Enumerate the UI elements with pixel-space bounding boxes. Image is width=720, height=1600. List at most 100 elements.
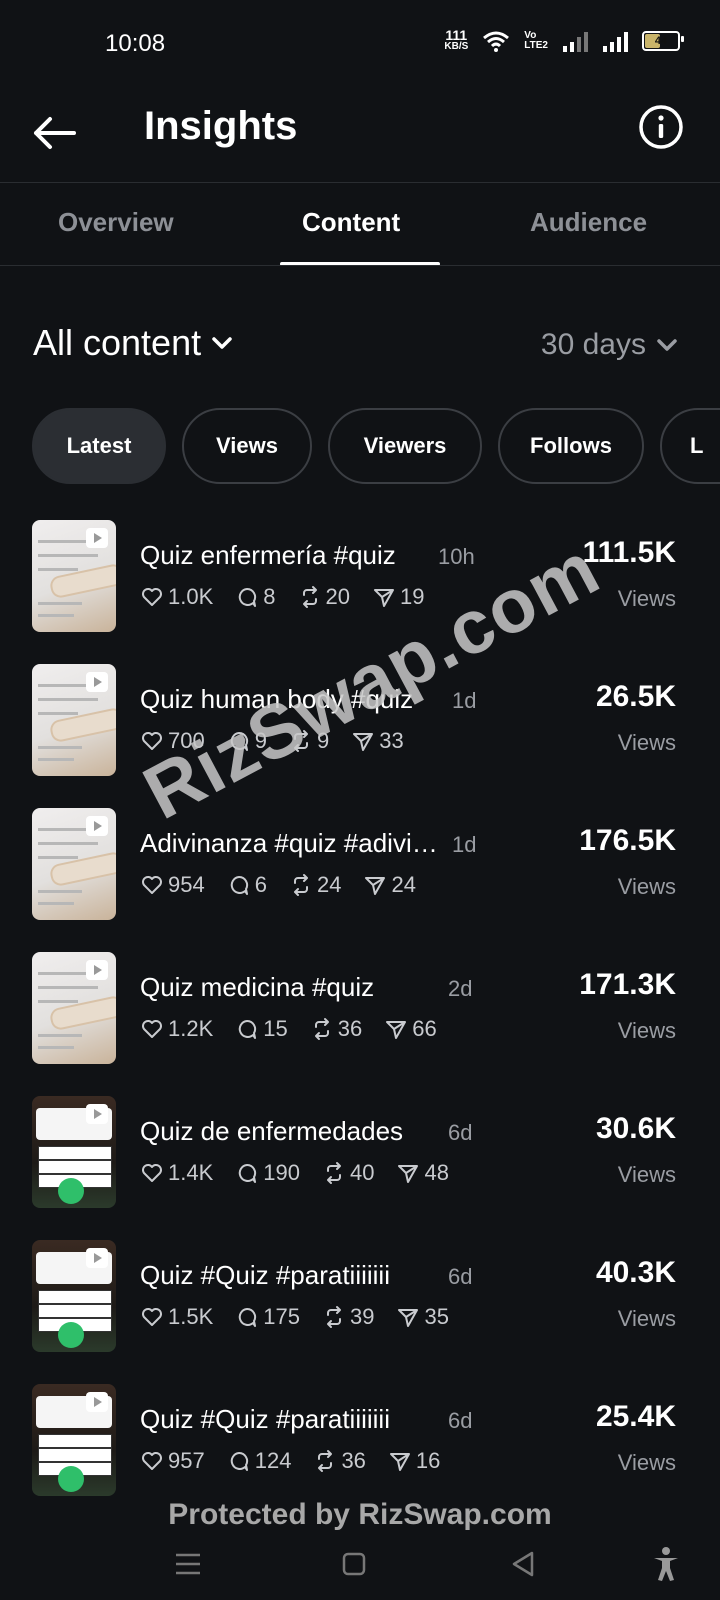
- heart-icon: [140, 585, 164, 609]
- post-thumbnail[interactable]: [32, 1096, 116, 1208]
- post-thumbnail[interactable]: [32, 520, 116, 632]
- volte-indicator: Vo LTE2: [524, 30, 548, 51]
- heart-icon: [140, 1161, 164, 1185]
- chip-viewers[interactable]: Viewers: [328, 408, 482, 484]
- repost-icon: [322, 1161, 346, 1185]
- likes-stat: 1.5K: [140, 1304, 213, 1330]
- comments-stat: 6: [227, 872, 267, 898]
- chip-views[interactable]: Views: [182, 408, 312, 484]
- signal-2-icon: [603, 32, 628, 52]
- comments-stat: 175: [235, 1304, 300, 1330]
- heart-icon: [140, 1017, 164, 1041]
- post-thumbnail[interactable]: [32, 952, 116, 1064]
- reposts-stat: 20: [298, 584, 350, 610]
- share-icon: [384, 1017, 408, 1041]
- post-age: 6d: [448, 1120, 473, 1145]
- comment-icon: [227, 1449, 251, 1473]
- post-age: 1d: [452, 688, 477, 713]
- list-item[interactable]: Adivinanza #quiz #adivinanza1d 954 6 24 24 17…: [0, 808, 720, 928]
- status-time: 10:08: [105, 30, 166, 57]
- system-nav-bar: [0, 1530, 720, 1600]
- post-age: 2d: [448, 976, 473, 1001]
- comments-stat: 190: [235, 1160, 300, 1186]
- app-header: Insights: [0, 90, 720, 182]
- repost-icon: [310, 1017, 334, 1041]
- divider: [0, 265, 720, 266]
- tab-bar: Overview Content Audience: [0, 183, 720, 266]
- views-label: Views: [617, 874, 676, 899]
- chip-likes[interactable]: L: [660, 408, 720, 484]
- list-item[interactable]: Quiz #Quiz #paratiiiiiii 6d 1.5K 175 39 35 40.…: [0, 1240, 720, 1360]
- reposts-stat: 36: [310, 1016, 362, 1042]
- views-label: Views: [617, 1306, 676, 1331]
- home-square-icon[interactable]: [334, 1544, 374, 1584]
- back-arrow-icon[interactable]: [30, 108, 80, 158]
- period-dropdown[interactable]: 30 days: [541, 328, 678, 362]
- shares-stat: 66: [384, 1016, 437, 1042]
- net-speed: 111 KB/S: [444, 27, 469, 52]
- wifi-icon: [483, 31, 510, 52]
- share-icon: [388, 1449, 412, 1473]
- share-icon: [396, 1161, 420, 1185]
- shares-stat: 24: [363, 872, 416, 898]
- post-thumbnail[interactable]: [32, 1384, 116, 1496]
- info-icon[interactable]: [638, 104, 684, 150]
- views-label: Views: [617, 1450, 676, 1475]
- share-icon: [396, 1305, 420, 1329]
- comment-icon: [227, 873, 251, 897]
- post-age: 10h: [438, 544, 475, 569]
- post-age: 6d: [448, 1264, 473, 1289]
- tab-overview[interactable]: Overview: [58, 207, 174, 238]
- post-thumbnail[interactable]: [32, 808, 116, 920]
- views-count: 171.3K: [579, 968, 676, 1001]
- footer-watermark: Protected by RizSwap.com: [168, 1498, 552, 1531]
- chip-follows[interactable]: Follows: [498, 408, 644, 484]
- post-stats: 1.2K 15 36 66: [140, 1016, 437, 1042]
- content-filter-label: All content: [33, 322, 202, 363]
- likes-stat: 957: [140, 1448, 205, 1474]
- post-stats: 1.4K 190 40 48: [140, 1160, 449, 1186]
- tab-audience[interactable]: Audience: [530, 207, 647, 238]
- views-count: 40.3K: [595, 1256, 676, 1289]
- chip-latest[interactable]: Latest: [32, 408, 166, 484]
- list-item[interactable]: Quiz enfermería #quiz 10h 1.0K 8 20 19 111.5K V…: [0, 520, 720, 640]
- comment-icon: [235, 1017, 259, 1041]
- tab-content[interactable]: Content: [302, 207, 400, 238]
- post-caption: Quiz enfermería #quiz: [140, 540, 396, 570]
- post-thumbnail[interactable]: [32, 1240, 116, 1352]
- share-icon: [363, 873, 387, 897]
- likes-stat: 1.2K: [140, 1016, 213, 1042]
- comment-icon: [235, 1161, 259, 1185]
- share-icon: [372, 585, 396, 609]
- comments-stat: 124: [227, 1448, 291, 1474]
- back-triangle-icon[interactable]: [504, 1544, 544, 1584]
- views-count: 26.5K: [595, 680, 676, 713]
- views-count: 25.4K: [595, 1400, 676, 1433]
- period-label: 30 days: [540, 328, 646, 361]
- post-caption: Quiz #Quiz #paratiiiiiii: [140, 1260, 390, 1290]
- list-item[interactable]: Quiz medicina #quiz 2d 1.2K 15 36 66 171.3K Vie…: [0, 952, 720, 1072]
- heart-icon: [140, 873, 164, 897]
- page-title: Insights: [144, 104, 298, 148]
- repost-icon: [313, 1449, 337, 1473]
- menu-icon[interactable]: [168, 1544, 208, 1584]
- list-item[interactable]: Quiz de enfermedades 6d 1.4K 190 40 48 30.6K Vi…: [0, 1096, 720, 1216]
- post-thumbnail[interactable]: [32, 664, 116, 776]
- sort-chips: Latest Views Viewers Follows L: [32, 408, 720, 488]
- shares-stat: 16: [388, 1448, 440, 1474]
- post-stats: 957 124 36 16: [140, 1448, 440, 1474]
- reposts-stat: 39: [322, 1304, 374, 1330]
- content-filter-dropdown[interactable]: All content: [33, 322, 233, 364]
- views-label: Views: [617, 1162, 676, 1187]
- post-stats: 954 6 24 24: [140, 872, 416, 898]
- views-label: Views: [617, 730, 676, 755]
- comment-icon: [235, 585, 259, 609]
- comments-stat: 15: [235, 1016, 288, 1042]
- accessibility-icon[interactable]: [646, 1544, 686, 1584]
- heart-icon: [140, 1305, 164, 1329]
- shares-stat: 35: [396, 1304, 449, 1330]
- repost-icon: [322, 1305, 346, 1329]
- repost-icon: [298, 585, 322, 609]
- list-item[interactable]: Quiz #Quiz #paratiiiiiii 6d 957 124 36 16 25.4…: [0, 1384, 720, 1504]
- reposts-stat: 24: [289, 872, 341, 898]
